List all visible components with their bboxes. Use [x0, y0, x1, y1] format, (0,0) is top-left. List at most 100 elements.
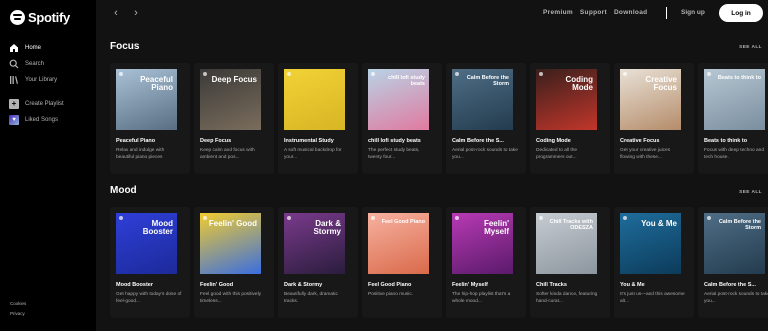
- playlist-title[interactable]: Deep Focus: [200, 138, 270, 144]
- playlist-card[interactable]: chill lofi study beats chill lofi study b…: [362, 63, 442, 174]
- back-arrow-icon[interactable]: ‹: [110, 7, 122, 19]
- cover-text: Coding Mode: [565, 75, 593, 92]
- playlist-description: Keep calm and focus with ambient and pos…: [200, 148, 255, 160]
- sidebar: Spotify Home Search Your Library + Creat…: [0, 0, 96, 331]
- playlist-title[interactable]: Coding Mode: [536, 138, 606, 144]
- spotify-logo-icon: [10, 10, 25, 25]
- playlist-title[interactable]: Creative Focus: [620, 138, 690, 144]
- playlist-cover: Calm Before the Storm: [452, 69, 513, 130]
- download-link[interactable]: Download: [614, 9, 647, 16]
- playlist-card[interactable]: Chill Tracks with ODESZA Chill Tracks Soft…: [530, 207, 610, 318]
- cover-text: Peaceful Piano: [140, 75, 173, 92]
- main-content: ‹ › Premium Support Download Sign up Log…: [96, 0, 768, 331]
- playlist-card[interactable]: Instrumental Study A soft musical backdro…: [278, 63, 358, 174]
- cover-text: Dark & Stormy: [313, 219, 341, 236]
- playlist-cover: Feelin' Good: [200, 213, 261, 274]
- spotify-logo[interactable]: Spotify: [10, 10, 70, 25]
- cover-text: Deep Focus: [211, 75, 257, 84]
- sign-up-button[interactable]: Sign up: [681, 9, 705, 16]
- see-all-link[interactable]: SEE ALL: [739, 45, 762, 50]
- top-bar: ‹ › Premium Support Download Sign up Log…: [96, 0, 768, 28]
- cookies-link[interactable]: Cookies: [10, 299, 26, 309]
- cover-text: Feelin' Myself: [483, 219, 509, 236]
- premium-link[interactable]: Premium: [543, 9, 573, 16]
- playlist-card[interactable]: Calm Before the Storm Calm Before the S..…: [446, 63, 526, 174]
- nav-item-library[interactable]: Your Library: [9, 72, 94, 88]
- playlist-title[interactable]: Dark & Stormy: [284, 282, 354, 288]
- playlist-description: It's just us—and this awesome alt...: [620, 292, 685, 304]
- playlist-card[interactable]: Creative Focus Creative Focus Get your cre…: [614, 63, 694, 174]
- nav-item-home[interactable]: Home: [9, 40, 94, 56]
- playlist-description: Dedicated to all the programmers out...: [536, 148, 578, 160]
- playlist-description: Get your creative juices flowing with th…: [620, 148, 671, 160]
- playlist-cover: Feel Good Piano: [368, 213, 429, 274]
- section-title: Mood: [110, 185, 137, 196]
- mood-row: Mood Booster Mood Booster Get happy with t…: [110, 207, 768, 318]
- playlist-description: Feel good with this positively timeless.…: [200, 292, 262, 304]
- playlist-title[interactable]: Mood Booster: [116, 282, 186, 288]
- playlist-cover: [284, 69, 345, 130]
- playlist-description: Positive piano music.: [368, 292, 414, 297]
- playlist-title[interactable]: Calm Before the S...: [704, 282, 768, 288]
- playlist-title[interactable]: Chill Tracks: [536, 282, 606, 288]
- cover-text: Chill Tracks with ODESZA: [549, 219, 593, 231]
- playlist-description: Softer kinda dance, featuring hand-curat…: [536, 292, 598, 304]
- section-title: Focus: [110, 41, 140, 52]
- home-icon: [9, 43, 19, 53]
- playlist-card[interactable]: Coding Mode Coding Mode Dedicated to all t…: [530, 63, 610, 174]
- playlist-title[interactable]: Feel Good Piano: [368, 282, 438, 288]
- playlist-title[interactable]: You & Me: [620, 282, 690, 288]
- logo-text: Spotify: [28, 10, 70, 25]
- cover-text: Creative Focus: [645, 75, 677, 92]
- liked-songs-label: Liked Songs: [25, 117, 59, 123]
- playlist-card[interactable]: Dark & Stormy Dark & Stormy Beautifully da…: [278, 207, 358, 318]
- privacy-link[interactable]: Privacy: [10, 309, 26, 319]
- nav-item-label: Your Library: [25, 77, 58, 83]
- playlist-card[interactable]: Feelin' Good Feelin' Good Feel good with t…: [194, 207, 274, 318]
- playlist-title[interactable]: Instrumental Study: [284, 138, 354, 144]
- playlist-card[interactable]: Calm Before the Storm Calm Before the S..…: [698, 207, 768, 318]
- see-all-link[interactable]: SEE ALL: [739, 190, 762, 195]
- playlist-cover: Deep Focus: [200, 69, 261, 130]
- playlist-cover: Peaceful Piano: [116, 69, 177, 130]
- support-link[interactable]: Support: [580, 9, 607, 16]
- playlist-cover: Beats to think to: [704, 69, 765, 130]
- playlist-card[interactable]: Beats to think to Beats to think to Focus …: [698, 63, 768, 174]
- playlist-title[interactable]: Feelin' Myself: [452, 282, 522, 288]
- spotify-badge-icon: [287, 72, 291, 76]
- playlist-card[interactable]: Deep Focus Deep Focus Keep calm and focus …: [194, 63, 274, 174]
- cover-text: Beats to think to: [717, 75, 761, 81]
- playlist-description: The hip-hop playlist that's a whole mood…: [452, 292, 511, 304]
- playlist-description: Focus with deep techno and tech house.: [704, 148, 765, 160]
- create-playlist-label: Create Playlist: [25, 101, 64, 107]
- playlist-description: Aerial post-rock sounds to take you...: [704, 292, 768, 304]
- cover-text: chill lofi study beats: [388, 75, 425, 87]
- nav-item-search[interactable]: Search: [9, 56, 94, 72]
- focus-row: Peaceful Piano Peaceful Piano Relax and in…: [110, 63, 768, 174]
- playlist-cover: Mood Booster: [116, 213, 177, 274]
- forward-arrow-icon[interactable]: ›: [130, 7, 142, 19]
- playlist-title[interactable]: Calm Before the S...: [452, 138, 522, 144]
- playlist-cover: Creative Focus: [620, 69, 681, 130]
- playlist-card[interactable]: Peaceful Piano Peaceful Piano Relax and in…: [110, 63, 190, 174]
- cover-text: You & Me: [641, 219, 677, 228]
- playlist-title[interactable]: Peaceful Piano: [116, 138, 186, 144]
- liked-songs-button[interactable]: ♥ Liked Songs: [9, 112, 94, 128]
- playlist-cover: chill lofi study beats: [368, 69, 429, 130]
- heart-icon: ♥: [9, 115, 19, 125]
- playlist-card[interactable]: Feelin' Myself Feelin' Myself The hip-hop …: [446, 207, 526, 318]
- playlist-title[interactable]: chill lofi study beats: [368, 138, 438, 144]
- playlist-card[interactable]: Mood Booster Mood Booster Get happy with t…: [110, 207, 190, 318]
- playlist-cover: Chill Tracks with ODESZA: [536, 213, 597, 274]
- playlist-description: Relax and indulge with beautiful piano p…: [116, 148, 165, 160]
- playlist-card[interactable]: Feel Good Piano Feel Good Piano Positive p…: [362, 207, 442, 318]
- playlist-cover: You & Me: [620, 213, 681, 274]
- playlist-card[interactable]: You & Me You & Me It's just us—and this aw…: [614, 207, 694, 318]
- cover-text: Feel Good Piano: [381, 219, 425, 225]
- library-icon: [9, 75, 19, 85]
- playlist-title[interactable]: Beats to think to: [704, 138, 768, 144]
- create-playlist-button[interactable]: + Create Playlist: [9, 96, 94, 112]
- playlist-cover: Dark & Stormy: [284, 213, 345, 274]
- log-in-button[interactable]: Log in: [719, 4, 763, 22]
- playlist-title[interactable]: Feelin' Good: [200, 282, 270, 288]
